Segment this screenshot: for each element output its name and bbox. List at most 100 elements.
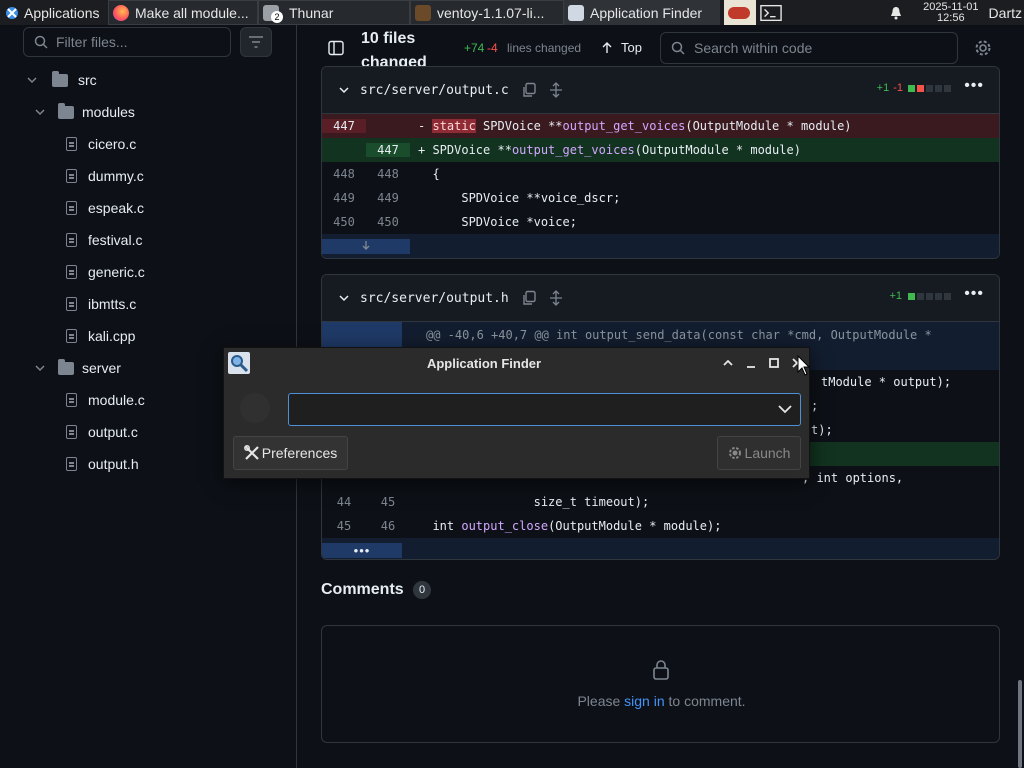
tree-folder-server[interactable]: server xyxy=(34,352,121,384)
tree-file-generic[interactable]: generic.c xyxy=(66,256,145,288)
archive-icon xyxy=(415,4,431,21)
code-text: SPDVoice **voice_dscr; xyxy=(418,191,621,205)
filter-files-input[interactable]: Filter files... xyxy=(23,27,231,57)
new-line-number: 46 xyxy=(380,519,396,533)
toggle-file-tree-button[interactable] xyxy=(322,34,350,62)
shade-button[interactable] xyxy=(720,355,736,371)
file-icon xyxy=(66,169,77,183)
sidebar-toggle-icon xyxy=(328,40,344,56)
tree-label: ibmtts.c xyxy=(88,296,137,312)
code-text: { xyxy=(418,167,440,181)
hunk-header-text: @@ -40,6 +40,7 @@ int output_send_data(c… xyxy=(426,328,932,342)
task-label: Application Finder xyxy=(590,4,703,21)
tree-file-ibmtts[interactable]: ibmtts.c xyxy=(66,288,136,320)
expand-all-icon[interactable] xyxy=(549,290,563,306)
chevron-up-icon xyxy=(723,359,733,366)
page-scrollbar-thumb[interactable] xyxy=(1018,680,1022,768)
file-icon xyxy=(66,329,77,343)
folder-icon xyxy=(58,358,74,375)
copy-icon[interactable] xyxy=(521,82,537,98)
code-text: tModule * output); xyxy=(821,375,952,389)
expand-down-gutter[interactable] xyxy=(322,238,410,254)
diff-filename[interactable]: src/server/output.h xyxy=(360,291,509,306)
applications-label: Applications xyxy=(24,4,100,21)
expand-more-gutter[interactable]: ••• xyxy=(322,542,402,558)
tree-file-output-h[interactable]: output.h xyxy=(66,448,139,480)
code-text: size_t timeout); xyxy=(418,495,650,509)
file-icon xyxy=(66,265,77,279)
search-icon xyxy=(671,41,685,55)
diff-line-context: 44 45 size_t timeout); xyxy=(322,490,999,514)
preferences-button[interactable]: Preferences xyxy=(233,436,348,470)
dialog-titlebar[interactable]: Application Finder xyxy=(224,348,809,378)
copy-icon[interactable] xyxy=(521,290,537,306)
search-within-code-input[interactable]: Search within code xyxy=(660,32,958,64)
chevron-down-icon xyxy=(35,365,45,372)
tree-file-kali[interactable]: kali.cpp xyxy=(66,320,135,352)
filter-placeholder: Filter files... xyxy=(56,34,128,50)
task-ventoy[interactable]: ventoy-1.1.07-li... xyxy=(410,0,564,25)
file-icon xyxy=(66,425,77,439)
tray-app-icon[interactable] xyxy=(724,0,756,25)
diff-filename[interactable]: src/server/output.c xyxy=(360,83,509,98)
stat-square-neutral xyxy=(935,84,942,92)
diff-line-context: 450 450 SPDVoice *voice; xyxy=(322,210,999,234)
code-text: - static SPDVoice **output_get_voices(Ou… xyxy=(418,119,852,133)
tree-file-dummy[interactable]: dummy.c xyxy=(66,160,144,192)
new-line-number: 449 xyxy=(377,191,399,205)
tree-folder-modules[interactable]: modules xyxy=(34,96,135,128)
diff-file-header: src/server/output.c +1 -1 ••• xyxy=(322,67,999,114)
expand-lines-row[interactable]: ••• xyxy=(322,538,999,559)
user-menu[interactable]: Dartz xyxy=(989,5,1022,21)
more-options-icon[interactable]: ••• xyxy=(964,77,984,95)
notification-bell-icon[interactable] xyxy=(889,6,903,20)
chevron-down-icon xyxy=(35,109,45,116)
maximize-button[interactable] xyxy=(766,355,782,371)
more-options-icon[interactable]: ••• xyxy=(964,285,984,303)
launch-label: Launch xyxy=(744,445,791,461)
maximize-icon xyxy=(769,358,779,368)
clock[interactable]: 2025-11-01 12:56 xyxy=(923,0,979,24)
tree-label: dummy.c xyxy=(88,168,144,184)
diff-file-output-c: src/server/output.c +1 -1 ••• 447 - stat… xyxy=(321,66,1000,259)
filter-options-button[interactable] xyxy=(240,27,272,57)
tree-file-output-c[interactable]: output.c xyxy=(66,416,138,448)
preferences-label: Preferences xyxy=(261,445,338,461)
launch-button[interactable]: Launch xyxy=(717,436,801,470)
tree-folder-src[interactable]: src xyxy=(26,64,97,96)
diff-line-context: 449 449 SPDVoice **voice_dscr; xyxy=(322,186,999,210)
taskbar: Applications Make all module... 2 Thunar… xyxy=(0,0,1024,25)
search-icon xyxy=(34,35,48,49)
expand-down-icon xyxy=(362,240,370,250)
stat-square-add xyxy=(908,292,915,300)
lines-changed-label: lines changed xyxy=(507,41,582,55)
expand-lines-row[interactable] xyxy=(322,234,999,258)
task-firefox[interactable]: Make all module... xyxy=(108,0,258,25)
diff-file-header: src/server/output.h +1 ••• xyxy=(322,275,999,322)
application-finder-dialog: Application Finder Preferences Launch xyxy=(223,347,810,479)
chevron-down-icon[interactable] xyxy=(338,84,350,96)
tree-file-festival[interactable]: festival.c xyxy=(66,224,142,256)
terminal-launcher[interactable] xyxy=(756,0,786,25)
chevron-down-icon[interactable] xyxy=(338,292,350,304)
clock-date: 2025-11-01 xyxy=(923,0,979,13)
task-thunar[interactable]: 2 Thunar xyxy=(258,0,410,25)
burger-icon xyxy=(728,6,750,19)
sign-in-link[interactable]: sign in xyxy=(624,693,664,709)
tree-file-cicero[interactable]: cicero.c xyxy=(66,128,136,160)
folder-icon xyxy=(58,102,74,119)
tree-file-espeak[interactable]: espeak.c xyxy=(66,192,144,224)
tree-file-module[interactable]: module.c xyxy=(66,384,145,416)
file-icon xyxy=(66,457,77,471)
task-application-finder[interactable]: Application Finder xyxy=(564,0,720,25)
minimize-button[interactable] xyxy=(743,355,759,371)
command-combobox[interactable] xyxy=(288,393,801,426)
back-to-top-button[interactable]: Top xyxy=(601,40,642,55)
filter-icon xyxy=(249,36,263,48)
expand-all-icon[interactable] xyxy=(549,82,563,98)
task-label: Make all module... xyxy=(135,4,249,21)
gear-icon[interactable] xyxy=(974,39,992,57)
comments-heading: Comments xyxy=(321,581,404,598)
chevron-down-icon[interactable] xyxy=(778,404,792,414)
applications-menu[interactable]: Applications xyxy=(0,0,108,25)
